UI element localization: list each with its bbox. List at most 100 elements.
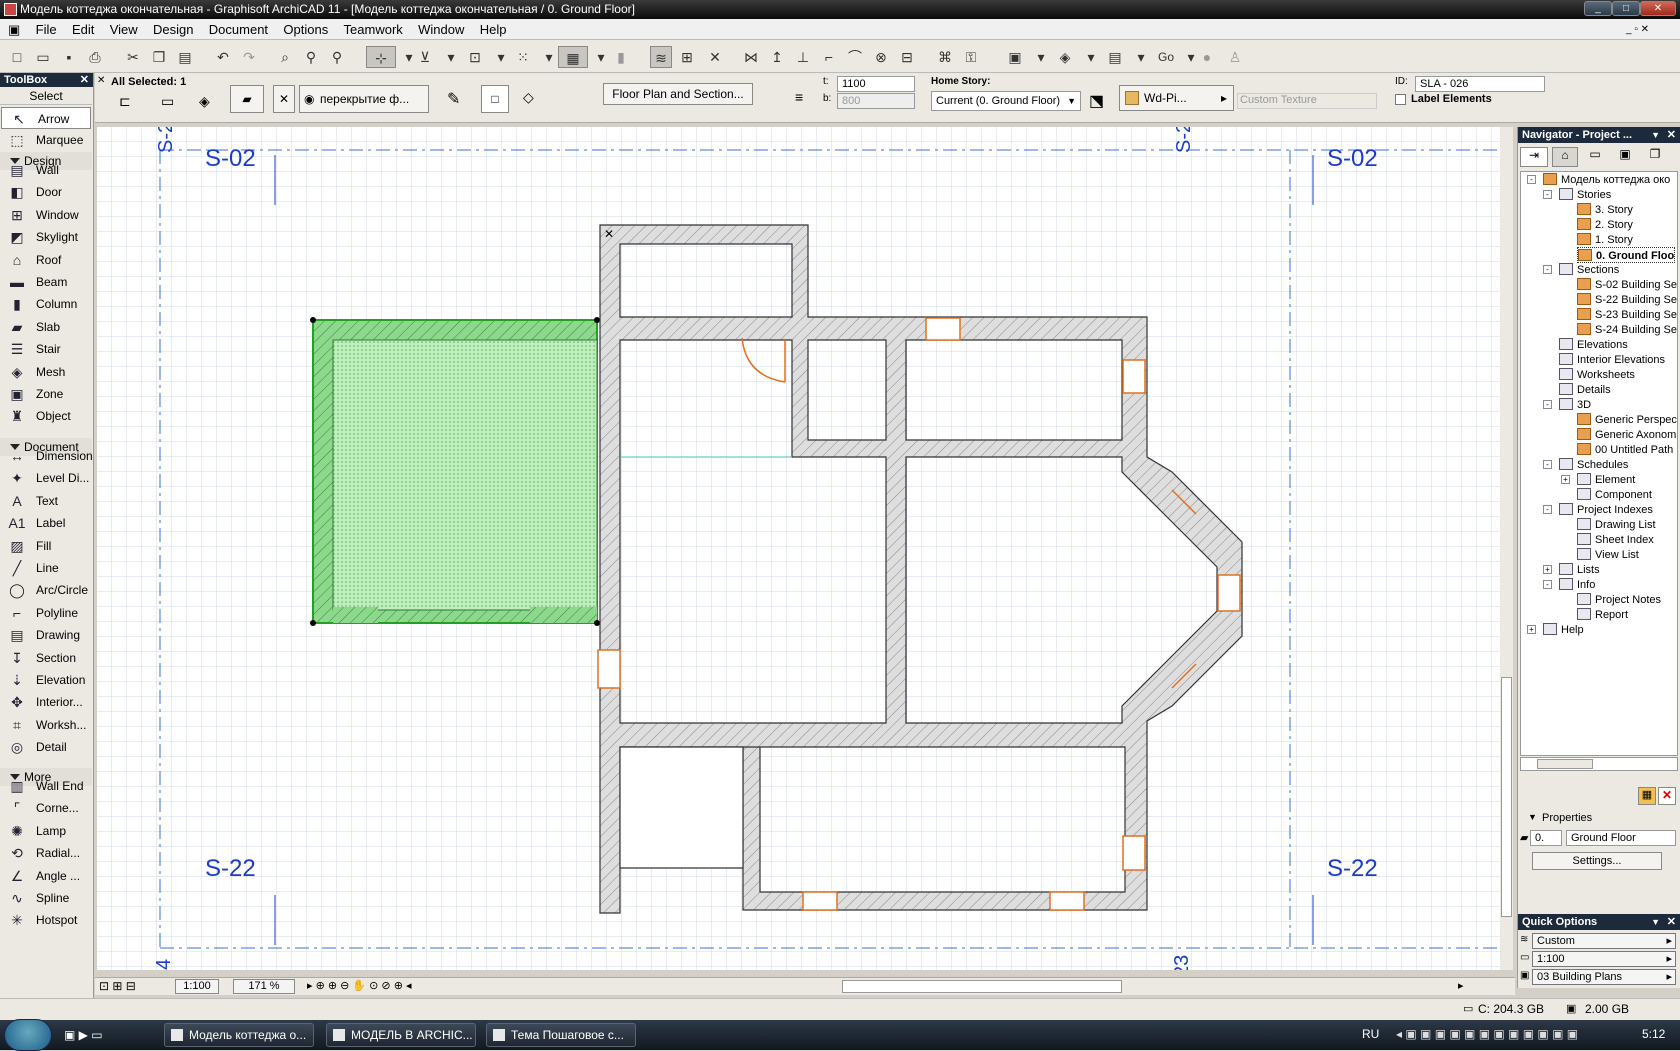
zoom-tools-icons[interactable]: ▸ ⊕ ⊕ ⊖ ✋ ⊙ ⊘ ⊕ ◂ [307,979,412,992]
find-select-icon[interactable]: ⌕ [274,46,296,68]
tree-expander-icon[interactable]: - [1543,190,1552,199]
walk-icon[interactable]: ♙ [1224,46,1246,68]
tool-wall[interactable]: ▤ Wall [0,159,92,181]
trace-icon[interactable]: ⊡ [464,46,486,68]
tree-expander-icon[interactable]: + [1561,475,1570,484]
label-elements-checkbox[interactable] [1395,94,1406,105]
menu-help[interactable]: Help [474,19,513,40]
grid-icon[interactable]: ⁙ [512,46,534,68]
tree-expander-icon[interactable]: - [1543,460,1552,469]
tree-item[interactable]: Sheet Index [1577,532,1654,548]
tool-wall-end[interactable]: ▥ Wall End [0,775,92,797]
custom-texture-field[interactable]: Custom Texture [1237,93,1377,109]
tool-zone[interactable]: ▣ Zone [0,383,92,405]
navigator-map-icon[interactable]: ⇥ [1520,147,1548,167]
adjust-icon[interactable]: ⊥ [792,46,814,68]
tool-lamp[interactable]: ✺ Lamp [0,820,92,842]
tree-item[interactable]: Sections [1559,262,1619,278]
layer-combo-icon[interactable]: ▦ [558,46,588,68]
scroll-thumb[interactable] [1501,677,1512,917]
task-document-1[interactable]: МОДЕЛЬ В ARCHIC... [326,1023,476,1047]
tree-item[interactable]: Details [1559,382,1611,398]
tree-expander-icon[interactable]: - [1543,580,1552,589]
tree-item[interactable]: Lists [1559,562,1600,578]
tool-drawing[interactable]: ▤ Drawing [0,624,92,646]
tree-item[interactable]: Help [1543,622,1584,638]
corner-icon[interactable]: ⌐ [818,46,840,68]
save-icon[interactable]: ▪ [58,46,80,68]
menu-document[interactable]: Document [203,19,274,40]
tool-worksh[interactable]: ⌗ Worksh... [0,714,92,736]
snap-mode-icon[interactable]: ⊹ [366,46,396,68]
pen-icon[interactable]: ✕ [273,85,295,113]
settings-button[interactable]: Settings... [1532,852,1662,870]
new-folder-icon[interactable]: ▦ [1638,787,1656,805]
menu-options[interactable]: Options [277,19,334,40]
tool-spline[interactable]: ∿ Spline [0,887,92,909]
tree-item[interactable]: 3. Story [1577,202,1633,218]
redo-icon[interactable]: ↷ [238,46,260,68]
new-icon[interactable]: □ [6,46,28,68]
cut-icon[interactable]: ✂ [122,46,144,68]
marker-icon[interactable]: ▮ [610,46,632,68]
quick-launch-icons[interactable]: ▣ ▶ ▭ [64,1028,103,1042]
print-icon[interactable]: ⎙ [84,46,106,68]
tray-icons[interactable]: ◂ ▣ ▣ ▣ ▣ ▣ ▣ ▣ ▣ ▣ ▣ ▣ ▣ [1396,1027,1578,1041]
copy-icon[interactable]: ❐ [148,46,170,68]
tree-item[interactable]: Stories [1559,187,1611,203]
3d-view-icon[interactable]: ◈ [1054,46,1076,68]
selected-slab[interactable] [310,317,600,626]
bottom-field[interactable]: 800 [837,93,915,109]
close-icon[interactable]: ✕ [1667,127,1676,143]
dropdown-arrow-icon[interactable]: ▾ [440,46,462,68]
tool-fill[interactable]: ▨ Fill [0,535,92,557]
vertical-scrollbar[interactable] [1500,127,1513,970]
zoom-field[interactable]: 171 % [233,979,295,994]
rectangle-method-icon[interactable]: ▭ [161,93,174,110]
story-number-field[interactable]: 0. [1530,830,1562,846]
dropdown-arrow-icon[interactable]: ▾ [538,46,560,68]
layout-book-icon[interactable]: ▣ [1614,147,1636,167]
dropdown-arrow-icon[interactable]: ▾ [1130,46,1152,68]
dimension-icon[interactable]: ⊞ [676,46,698,68]
section-marker-top-left[interactable]: S-02 [205,145,256,173]
language-indicator[interactable]: RU [1362,1027,1379,1041]
tool-door[interactable]: ◧ Door [0,181,92,203]
chevron-down-icon[interactable]: ▼ [1651,127,1660,143]
head-icon[interactable]: ● [1196,46,1218,68]
eyedropper-icon[interactable]: ⚲ [300,46,322,68]
slab-settings-icon[interactable]: ▰ [230,85,264,113]
tool-angle[interactable]: ∠ Angle ... [0,865,92,887]
section-marker-top-right[interactable]: S-02 [1327,145,1378,173]
tree-item[interactable]: Project Indexes [1559,502,1653,518]
tool-stair[interactable]: ☰ Stair [0,338,92,360]
tree-item[interactable]: Drawing List [1577,517,1656,533]
publisher-icon[interactable]: ❐ [1644,147,1666,167]
tree-expander-icon[interactable]: + [1543,565,1552,574]
rotate-icon[interactable]: ◈ [199,93,210,110]
id-field[interactable]: SLA - 026 [1415,76,1545,92]
tree-item[interactable]: Component [1577,487,1652,503]
task-document-2[interactable]: Тема Пошаговое с... [486,1023,636,1047]
close-icon[interactable]: ✕ [1667,914,1676,930]
layout-icon[interactable]: ▤ [1104,46,1126,68]
floor-plan-canvas[interactable]: ✕ S-02 S-02 S-22 S-22 S-2 S-2 4 23 [97,127,1510,970]
tree-expander-icon[interactable]: - [1543,400,1552,409]
floor-plan-drawing[interactable]: ✕ [97,127,1510,970]
go-button[interactable]: Go [1152,46,1180,68]
tree-item[interactable]: Generic Perspec [1577,412,1677,428]
dropdown-arrow-icon[interactable]: ▾ [1080,46,1102,68]
tool-slab[interactable]: ▰ Slab [0,316,92,338]
tree-item[interactable]: 0. Ground Floo [1577,247,1676,263]
tool-skylight[interactable]: ◩ Skylight [0,226,92,248]
tree-item[interactable]: Schedules [1559,457,1628,473]
outline-fill-icon[interactable]: □ [481,85,509,113]
tree-expander-icon[interactable]: - [1543,505,1552,514]
fill-toggle-icon[interactable]: ◇ [523,89,534,106]
cross-icon[interactable]: ✕ [704,46,726,68]
tree-expander-icon[interactable]: - [1543,265,1552,274]
material-selector[interactable]: Wd-Pi... ▸ [1119,85,1234,111]
dropdown-arrow-icon[interactable]: ▾ [490,46,512,68]
tree-item[interactable]: Generic Axonom [1577,427,1676,443]
tool-level-di[interactable]: ✦ Level Di... [0,467,92,489]
